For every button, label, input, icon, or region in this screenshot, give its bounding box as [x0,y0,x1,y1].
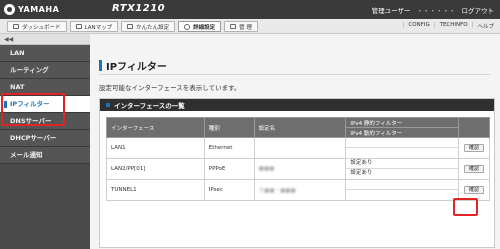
nav-strip: ダッシュボード LANマップ かんたん設定 詳細設定 管 理 | CONFIG … [0,19,500,34]
cell-static-filter [346,180,459,190]
column-header-ipv4-dynamic: IPv4 動的フィルター [345,127,460,138]
cell-dynamic-filter [346,190,458,200]
page-description: 設定可能なインターフェースを表示しています。 [99,84,241,92]
brand: YAMAHA [4,3,59,16]
page-title-text: IPフィルター [106,62,167,73]
lan-map-icon [75,24,82,29]
cell-filters: 設定あり 設定あり [345,158,460,180]
interface-list-panel: インターフェースの一覧 インターフェース 種別 設定名 IPv4 静的フィルター… [99,98,495,248]
sidebar-item-routing[interactable]: ルーティング [0,62,90,79]
square-icon [106,103,110,107]
cell-filters [345,137,460,159]
sidebar-item-dhcp-server[interactable]: DHCPサーバー [0,130,90,147]
cell-dynamic-filter [346,148,458,158]
tab-label: かんたん設定 [136,24,170,31]
tab-label: ダッシュボード [22,24,61,31]
divider [99,74,491,75]
tab-easy-setup[interactable]: かんたん設定 [121,21,176,32]
dashboard-icon [13,24,19,29]
tab-label: 詳細設定 [193,24,216,31]
cell-filters [345,179,460,201]
sidebar-item-mail-notification[interactable]: メール通知 [0,147,90,164]
user-label: 管理ユーザー [371,7,411,15]
top-header: YAMAHA RTX1210 管理ユーザー ・・・・・・ ログアウト [0,0,500,19]
tab-advanced-settings[interactable]: 詳細設定 [178,21,222,32]
cell-name: ■■■ [253,158,347,180]
panel-header: インターフェースの一覧 [100,99,494,111]
sidebar-collapse-button[interactable]: ◀◀ [0,34,90,45]
confirm-button-tunnel1[interactable]: 確認 [464,186,485,194]
cell-type: Ethernet [203,137,255,159]
column-header-type: 種別 [203,117,255,138]
cell-interface: LAN1 [106,137,205,159]
highlight-box-sidebar [1,93,65,126]
confirm-button-lan2[interactable]: 確認 [464,165,485,173]
page-title: IPフィルター [99,58,167,73]
title-accent-bar [99,60,102,71]
redacted-name: ■■■ [258,166,275,172]
redacted-name: 大■■・■■■ [258,188,296,194]
confirm-button-lan1[interactable]: 確認 [464,144,485,152]
tab-label: LANマップ [84,24,113,31]
tab-label: 管 理 [239,24,252,31]
tab-management[interactable]: 管 理 [224,21,258,32]
table-row: LAN2/PP[01] PPPoE ■■■ 設定あり 設定あり 確認 [106,158,490,180]
column-header-action [458,117,490,138]
brand-name: YAMAHA [18,5,60,14]
yamaha-logo-icon [4,4,15,15]
table-row: LAN1 Ethernet 確認 [106,137,490,159]
model-name: RTX1210 [112,3,166,14]
gear-icon [184,23,191,30]
column-header-ipv4-static: IPv4 静的フィルター [345,117,460,128]
cell-static-filter [346,138,459,148]
techinfo-link[interactable]: TECHINFO [440,22,468,30]
utility-links: | CONFIG | TECHINFO | ヘルプ [402,22,494,30]
highlight-box-confirm [453,198,478,216]
column-header-interface: インターフェース [106,117,205,138]
interface-table: インターフェース 種別 設定名 IPv4 静的フィルター IPv4 動的フィルタ… [106,117,490,201]
config-link[interactable]: CONFIG [408,22,429,30]
cell-interface: LAN2/PP[01] [106,158,205,180]
main-tabs: ダッシュボード LANマップ かんたん設定 詳細設定 管 理 [7,21,258,32]
user-name: ・・・・・・ [416,7,456,15]
cell-type: IPsec [203,179,255,201]
tab-dashboard[interactable]: ダッシュボード [7,21,67,32]
cell-dynamic-filter: 設定あり [350,170,373,176]
cell-action: 確認 [458,158,490,180]
cell-type: PPPoE [203,158,255,180]
main-content: IPフィルター 設定可能なインターフェースを表示しています。 インターフェースの… [90,34,500,249]
column-header-name: 設定名 [253,117,347,138]
cell-name: 大■■・■■■ [253,179,347,201]
logout-link[interactable]: ログアウト [462,5,495,15]
table-header-row: インターフェース 種別 設定名 IPv4 静的フィルター [106,117,490,138]
table-row: TUNNEL1 IPsec 大■■・■■■ 確認 [106,179,490,201]
sidebar-item-lan[interactable]: LAN [0,45,90,62]
tab-lan-map[interactable]: LANマップ [69,21,119,32]
help-link[interactable]: ヘルプ [477,22,494,30]
panel-title: インターフェースの一覧 [114,102,185,110]
wrench-icon [230,24,237,29]
cell-static-filter: 設定あり [346,159,459,169]
user-area: 管理ユーザー ・・・・・・ ログアウト [372,5,494,15]
sidebar: ◀◀ LAN ルーティング NAT IPフィルター DNSサーバー DHCPサー… [0,34,90,249]
cell-interface: TUNNEL1 [106,179,205,201]
easy-setup-icon [127,24,134,29]
cell-name [253,137,347,159]
cell-action: 確認 [458,137,490,159]
